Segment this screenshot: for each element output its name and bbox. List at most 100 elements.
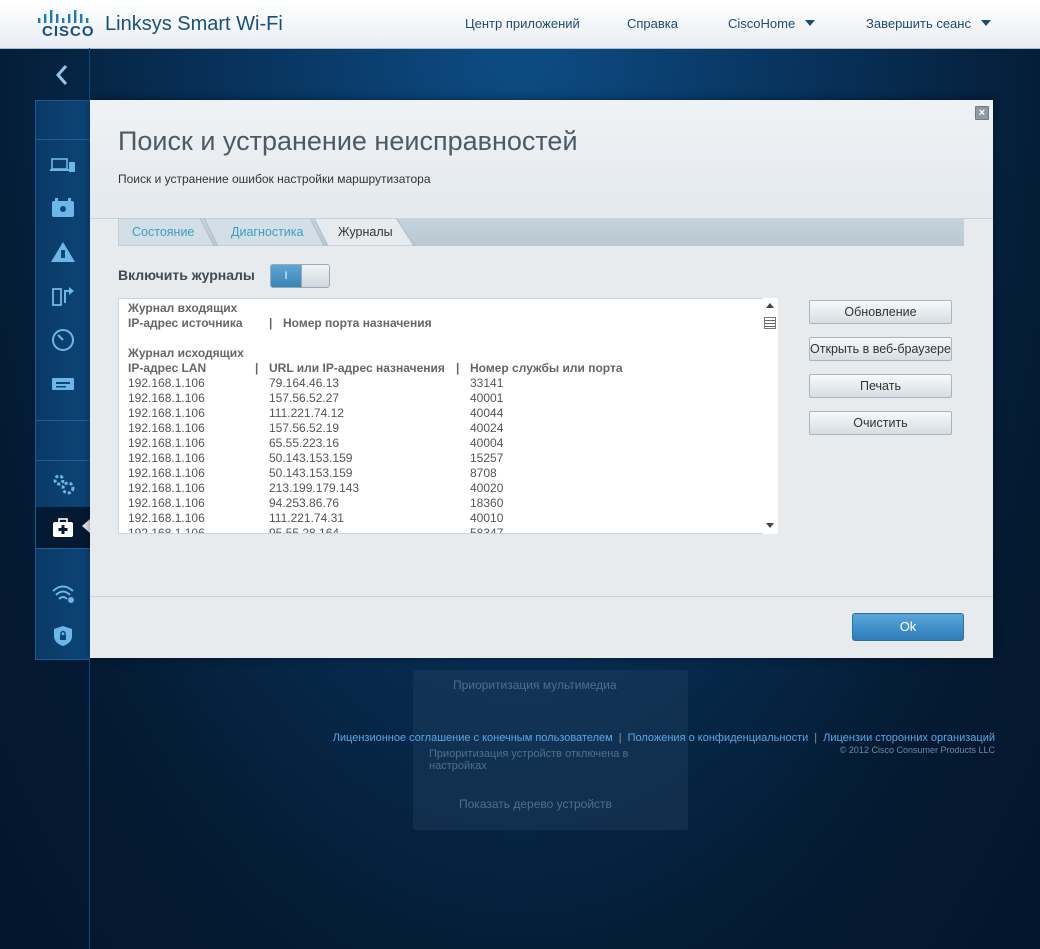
row-dest: 79.164.46.13: [269, 376, 340, 390]
column-separator: |: [269, 316, 273, 330]
back-chevron-icon: [55, 65, 68, 85]
guest-access-icon: [51, 242, 75, 262]
outgoing-log-rows: 192.168.1.106 79.164.46.13 33141 192.168.1.…: [128, 376, 623, 534]
print-button[interactable]: Печать: [809, 374, 952, 398]
table-row: 192.168.1.106 65.55.223.16 40004: [128, 436, 623, 451]
background-dialog-body: Приоритизация устройств отключена в наст…: [429, 748, 629, 772]
sidebar-item-connectivity[interactable]: [36, 464, 90, 504]
nav-help[interactable]: Справка: [627, 16, 678, 31]
row-port: 40004: [470, 436, 504, 450]
sidebar-item-wireless[interactable]: [36, 573, 90, 613]
row-port: 40001: [470, 391, 504, 405]
table-row: 192.168.1.106 111.221.74.31 40010: [128, 511, 623, 526]
wireless-icon: [52, 585, 74, 603]
active-pointer-icon: [82, 519, 90, 533]
toggle-knob[interactable]: [301, 265, 329, 287]
outgoing-log-header: IP-адрес LAN | URL или IP-адрес назначения…: [128, 361, 623, 376]
tab-logs[interactable]: Журналы: [338, 218, 393, 246]
incoming-log-header: IP-адрес источника | Номер порта назначени…: [128, 316, 623, 331]
row-port: 40010: [470, 511, 504, 525]
clear-button[interactable]: Очистить: [809, 411, 952, 435]
column-separator: |: [456, 361, 460, 375]
nav-ciscohome[interactable]: CiscoHome: [728, 16, 816, 31]
column-separator: |: [255, 361, 259, 375]
row-lan-ip: 192.168.1.106: [128, 496, 205, 510]
row-lan-ip: 192.168.1.106: [128, 451, 205, 465]
sidebar-item-parental-controls[interactable]: [36, 188, 90, 228]
chevron-down-icon: [980, 20, 991, 26]
sidebar-item-speed-test[interactable]: [36, 320, 90, 360]
refresh-button[interactable]: Обновление: [809, 300, 952, 324]
row-dest: 157.56.52.27: [269, 391, 340, 405]
row-port: 40044: [470, 406, 504, 420]
scroll-up-icon[interactable]: [766, 303, 774, 308]
sidebar: [35, 100, 90, 660]
chevron-down-icon: [805, 20, 816, 26]
log-scrollbar[interactable]: [763, 298, 778, 534]
col-service-port: Номер службы или порта: [470, 361, 623, 375]
row-dest: 111.221.74.12: [269, 406, 344, 420]
scroll-thumb[interactable]: [764, 317, 776, 329]
tab-diagnostics[interactable]: Диагностика: [231, 218, 303, 246]
row-dest: 50.143.153.159: [269, 466, 353, 480]
close-icon[interactable]: ×: [975, 106, 989, 120]
copyright: © 2012 Cisco Consumer Products LLC: [839, 745, 995, 755]
tab-status[interactable]: Состояние: [132, 218, 194, 246]
troubleshooting-icon: [53, 517, 73, 537]
brand-name: Linksys Smart Wi-Fi: [105, 13, 283, 35]
scroll-down-icon[interactable]: [766, 523, 774, 528]
footer-links: Лицензионное соглашение с конечным польз…: [332, 732, 995, 744]
toggle-on-state: I: [271, 265, 301, 287]
background-dialog-title: Приоритизация мультимедиа: [453, 678, 617, 692]
row-lan-ip: 192.168.1.106: [128, 406, 205, 420]
nav-ciscohome-label: CiscoHome: [728, 16, 796, 31]
row-lan-ip: 192.168.1.106: [128, 376, 205, 390]
log-viewer[interactable]: Журнал входящих IP-адрес источника | Номер…: [118, 298, 778, 534]
table-row: 192.168.1.106 157.56.52.27 40001: [128, 391, 623, 406]
speed-test-icon: [52, 329, 74, 351]
row-lan-ip: 192.168.1.106: [128, 466, 205, 480]
devices-icon: [50, 158, 75, 172]
table-row: 192.168.1.106 213.199.179.143 40020: [128, 481, 623, 496]
row-dest: 94.253.86.76: [269, 496, 340, 510]
row-lan-ip: 192.168.1.106: [128, 391, 205, 405]
sidebar-separator: [36, 139, 90, 140]
col-source-ip: IP-адрес источника: [128, 316, 243, 330]
row-port: 40020: [470, 481, 504, 495]
open-in-browser-button[interactable]: Открыть в веб-браузере: [809, 337, 952, 361]
sidebar-item-devices[interactable]: [36, 145, 90, 185]
dialog-footer: Ok: [90, 596, 993, 658]
sidebar-item-security[interactable]: [36, 616, 90, 656]
privacy-link[interactable]: Положения о конфиденциальности: [628, 732, 809, 744]
row-lan-ip: 192.168.1.106: [128, 436, 205, 450]
row-lan-ip: 192.168.1.106: [128, 511, 205, 525]
third-party-link[interactable]: Лицензии сторонних организаций: [823, 732, 995, 744]
nav-logout[interactable]: Завершить сеанс: [866, 16, 991, 31]
nav-app-center[interactable]: Центр приложений: [465, 16, 580, 31]
table-row: 192.168.1.106 94.253.86.76 18360: [128, 496, 623, 511]
eula-link[interactable]: Лицензионное соглашение с конечным польз…: [333, 732, 613, 744]
sidebar-item-media-prioritization[interactable]: [36, 276, 90, 316]
table-row: 192.168.1.106 111.221.74.12 40044: [128, 406, 623, 421]
parental-controls-icon: [52, 198, 74, 217]
cisco-logo: CISCO: [36, 9, 96, 41]
row-dest: 95.55.28.164: [269, 526, 340, 534]
row-dest: 50.143.153.159: [269, 451, 353, 465]
page-title: Поиск и устранение неисправностей: [118, 126, 578, 156]
nav-logout-label: Завершить сеанс: [866, 16, 971, 31]
gear-icon: [53, 474, 75, 495]
sidebar-item-guest-access[interactable]: [36, 232, 90, 272]
usb-storage-icon: [52, 378, 74, 390]
sidebar-item-usb-storage[interactable]: [36, 364, 90, 404]
ok-button[interactable]: Ok: [852, 613, 964, 641]
enable-logs-toggle[interactable]: I: [270, 264, 330, 288]
incoming-log-heading: Журнал входящих: [128, 301, 238, 315]
sidebar-separator: [36, 420, 90, 421]
sidebar-collapse-button[interactable]: [36, 52, 88, 98]
table-row: 192.168.1.106 50.143.153.159 8708: [128, 466, 623, 481]
row-port: 8708: [470, 466, 497, 480]
media-prioritization-icon: [52, 287, 74, 306]
background-dialog: Приоритизация мультимедиа Приоритизация …: [413, 670, 688, 830]
log-content: Журнал входящих IP-адрес источника | Номер…: [128, 301, 623, 534]
table-row: 192.168.1.106 95.55.28.164 58347: [128, 526, 623, 534]
